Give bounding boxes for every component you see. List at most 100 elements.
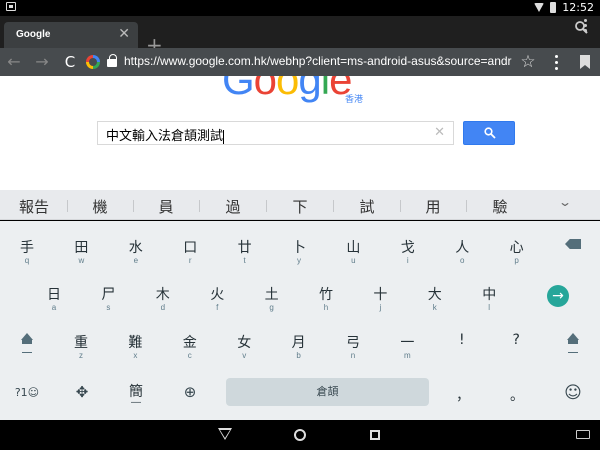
search-tabs-icon[interactable] <box>575 21 588 34</box>
key-e[interactable]: 水e <box>109 229 163 269</box>
key-m[interactable]: 一m <box>380 324 434 364</box>
key-o[interactable]: 人o <box>435 229 489 269</box>
key-sub-label: w <box>78 256 85 265</box>
key-main-label: 廿 <box>237 240 252 256</box>
tab-google[interactable]: Google ✕ <box>4 22 138 48</box>
soft-keyboard: → ?1☺ ✥ 簡 — ⊕ 倉頡 ， 。 ☺ 手q田w水e口r廿t卜y山u戈i人… <box>0 221 600 420</box>
key-sub-label: k <box>432 303 437 312</box>
shift-key-right[interactable] <box>546 321 600 361</box>
bookmark-star-button[interactable]: ☆ <box>518 52 538 72</box>
menu-button[interactable] <box>546 52 566 72</box>
key-sub-label: g <box>269 303 274 312</box>
symbols-key[interactable]: ?1☺ <box>0 373 54 413</box>
key-y[interactable]: 卜y <box>272 229 326 269</box>
candidate-item[interactable]: 員 <box>146 196 186 217</box>
key-main-label: 尸 <box>101 287 116 303</box>
search-input-value: 中文輸入法倉頡測試 <box>106 129 225 144</box>
key-u[interactable]: 山u <box>326 229 380 269</box>
key-s[interactable]: 尸s <box>81 276 135 316</box>
gallery-notification-icon <box>6 2 16 11</box>
search-input[interactable]: 中文輸入法倉頡測試 ✕ <box>97 121 454 145</box>
key-q[interactable]: 手q <box>0 229 54 269</box>
simplified-chinese-key[interactable]: 簡 — <box>109 373 163 413</box>
candidate-item[interactable]: 驗 <box>480 196 520 217</box>
key-j[interactable]: 十j <box>353 276 407 316</box>
key-sub-label: x <box>133 351 138 360</box>
url-bar[interactable]: https://www.google.com.hk/webhp?client=m… <box>124 54 512 70</box>
key-t[interactable]: 廿t <box>218 229 272 269</box>
period-key[interactable]: 。 <box>490 373 544 413</box>
key-n[interactable]: 弓n <box>326 324 380 364</box>
nav-recents-icon[interactable] <box>370 430 380 440</box>
backspace-icon[interactable] <box>565 239 581 249</box>
key-main-label: 心 <box>509 240 524 256</box>
key-main-label: ? <box>512 332 520 348</box>
key-sub-label: y <box>297 256 301 265</box>
key-sub-label: m <box>404 351 411 360</box>
expand-candidates-icon[interactable]: ⌄ <box>558 195 572 209</box>
shift-key-left[interactable] <box>0 321 54 361</box>
candidate-item[interactable]: 下 <box>280 196 320 217</box>
key-sub-label: n <box>350 351 356 360</box>
candidate-item[interactable]: 機 <box>80 196 120 217</box>
key-p[interactable]: 心p <box>490 229 544 269</box>
candidate-item[interactable]: 用 <box>413 196 453 217</box>
key-main-label: 中 <box>482 287 497 303</box>
candidate-item[interactable]: 過 <box>213 196 253 217</box>
google-favicon-icon <box>86 55 100 69</box>
key-v[interactable]: 女v <box>217 324 271 364</box>
candidate-divider <box>400 200 401 212</box>
key-a[interactable]: 日a <box>27 276 81 316</box>
key-l[interactable]: 中l <box>462 276 516 316</box>
key-sub-label: f <box>216 303 219 312</box>
key-g[interactable]: 土g <box>245 276 299 316</box>
search-button[interactable] <box>463 121 515 145</box>
key-k[interactable]: 大k <box>408 276 462 316</box>
candidate-item[interactable]: 報告 <box>14 196 54 217</box>
bookmarks-icon[interactable] <box>580 55 590 69</box>
key-sub-label: d <box>160 303 166 312</box>
key-x[interactable]: 難x <box>108 324 162 364</box>
nav-back-icon[interactable] <box>218 428 232 440</box>
key-z[interactable]: 重z <box>54 324 108 364</box>
globe-key[interactable]: ⊕ <box>163 373 217 413</box>
keyboard-switch-icon[interactable] <box>576 430 590 439</box>
clear-icon[interactable]: ✕ <box>434 125 445 140</box>
emoji-key[interactable]: ☺ <box>546 373 600 413</box>
comma-key[interactable]: ， <box>436 373 490 413</box>
forward-button[interactable]: → <box>32 52 52 72</box>
key-b[interactable]: 月b <box>272 324 326 364</box>
key-sub-label: c <box>187 351 192 360</box>
key-main-label: 月 <box>291 335 306 351</box>
key-punct-7[interactable]: ! <box>435 324 489 364</box>
logo-letter: l <box>320 76 330 103</box>
key-c[interactable]: 金c <box>163 324 217 364</box>
key-i[interactable]: 戈i <box>381 229 435 269</box>
close-tab-icon[interactable]: ✕ <box>118 26 130 42</box>
key-sub-label: u <box>351 256 356 265</box>
key-h[interactable]: 竹h <box>299 276 353 316</box>
key-w[interactable]: 田w <box>54 229 108 269</box>
key-main-label: 卜 <box>292 240 306 256</box>
tab-title: Google <box>16 29 51 40</box>
logo-region-label: 香港 <box>345 95 364 105</box>
key-main-label: 火 <box>210 287 225 303</box>
space-bar[interactable]: 倉頡 <box>226 378 429 406</box>
reload-button[interactable]: C <box>60 52 80 72</box>
key-main-label: 一 <box>400 335 415 351</box>
back-button[interactable]: ← <box>4 52 24 72</box>
nav-home-icon[interactable] <box>294 429 306 441</box>
enter-button[interactable]: → <box>547 285 569 307</box>
key-f[interactable]: 火f <box>190 276 244 316</box>
cursor-navigation-key[interactable]: ✥ <box>55 373 109 413</box>
key-r[interactable]: 口r <box>163 229 217 269</box>
key-d[interactable]: 木d <box>136 276 190 316</box>
key-sub-label: s <box>106 303 111 312</box>
key-punct-8[interactable]: ? <box>489 324 543 364</box>
candidate-divider <box>199 200 200 212</box>
key-main-label: ! <box>458 332 465 348</box>
key-sub-label: t <box>243 256 246 265</box>
key-main-label: 大 <box>427 287 442 303</box>
lock-icon[interactable] <box>107 54 117 67</box>
candidate-item[interactable]: 試 <box>347 196 387 217</box>
